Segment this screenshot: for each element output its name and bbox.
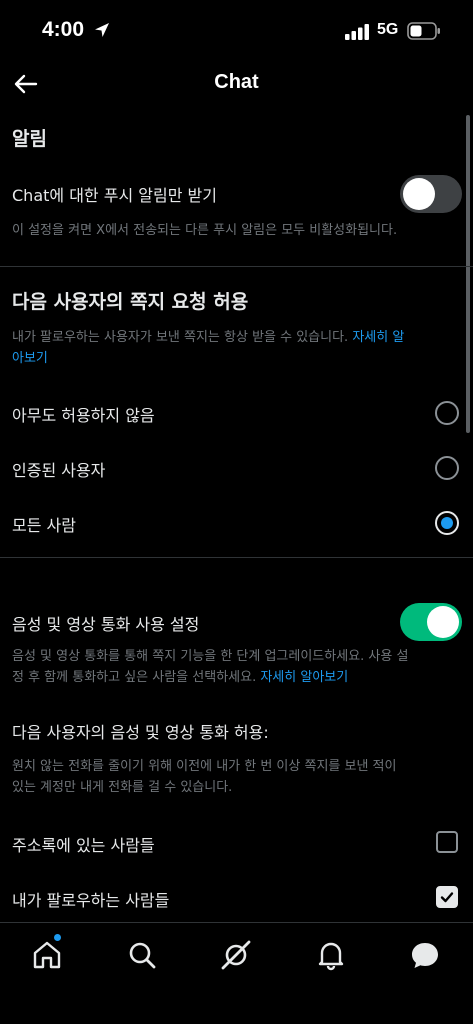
calls-description: 음성 및 영상 통화를 통해 쪽지 기능을 한 단계 업그레이드하세요. 사용 … [12, 646, 462, 688]
calls-toggle-label: 음성 및 영상 통화 사용 설정 [12, 615, 200, 634]
calls-allow-desc-line1: 원치 않는 전화를 줄이기 위해 이전에 내가 한 번 이상 쪽지를 보낸 적이 [12, 759, 397, 774]
push-only-toggle[interactable] [400, 175, 462, 213]
messages-icon[interactable] [409, 939, 441, 971]
push-only-label: Chat에 대한 푸시 알림만 받기 [12, 186, 217, 205]
page-title: Chat [214, 71, 259, 93]
network-type: 5G [377, 21, 399, 38]
dm-requests-heading: 다음 사용자의 쪽지 요청 허용 [12, 291, 249, 313]
bottom-tab-bar [0, 922, 473, 1024]
calls-toggle[interactable] [400, 603, 462, 641]
option-everyone-radio[interactable] [435, 511, 459, 535]
option-following-label: 내가 팔로우하는 사람들 [12, 891, 170, 910]
status-time: 4:00 [42, 18, 85, 41]
option-everyone-label: 모든 사람 [12, 516, 76, 535]
toggle-knob [403, 178, 435, 210]
battery-icon [407, 22, 440, 40]
scrollbar-thumb[interactable] [466, 115, 470, 433]
option-contacts-label: 주소록에 있는 사람들 [12, 836, 155, 855]
option-nobody-radio[interactable] [435, 401, 459, 425]
home-badge-dot [54, 934, 61, 941]
option-verified-label: 인증된 사용자 [12, 461, 106, 480]
calls-desc-line1: 음성 및 영상 통화를 통해 쪽지 기능을 한 단계 업그레이드하세요. 사용 … [12, 649, 409, 664]
cellular-signal-icon [345, 24, 369, 40]
option-nobody-label: 아무도 허용하지 않음 [12, 406, 155, 425]
learn-more-link-cont[interactable]: 아보기 [12, 351, 48, 366]
calls-allow-desc-line2: 있는 계정만 내게 전화를 걸 수 있습니다. [12, 780, 233, 795]
push-only-description: 이 설정을 켜면 X에서 전송되는 다른 푸시 알림은 모두 비활성화됩니다. [12, 223, 398, 238]
location-arrow-icon [95, 23, 109, 37]
status-bar: 4:00 5G [0, 0, 473, 62]
option-contacts-checkbox[interactable] [436, 831, 458, 853]
toggle-knob [427, 606, 459, 638]
section-divider [0, 557, 473, 558]
calls-desc-line2: 정 후 함께 통화하고 싶은 사람을 선택하세요. [12, 670, 261, 685]
option-verified-radio[interactable] [435, 456, 459, 480]
dm-requests-description: 내가 팔로우하는 사용자가 보낸 쪽지는 항상 받을 수 있습니다. 자세히 알… [12, 327, 462, 369]
calls-allow-heading: 다음 사용자의 음성 및 영상 통화 허용: [12, 723, 269, 742]
section-divider [0, 266, 473, 267]
search-icon[interactable] [126, 939, 158, 971]
option-following-checkbox[interactable] [436, 886, 458, 908]
calls-learn-more-link[interactable]: 자세히 알아보기 [260, 670, 348, 685]
grok-icon[interactable] [220, 939, 252, 971]
home-icon[interactable] [31, 939, 63, 971]
calls-allow-description: 원치 않는 전화를 줄이기 위해 이전에 내가 한 번 이상 쪽지를 보낸 적이… [12, 756, 462, 798]
checkmark-icon [440, 892, 454, 903]
learn-more-link[interactable]: 자세히 알 [352, 330, 404, 345]
dm-requests-desc-text: 내가 팔로우하는 사용자가 보낸 쪽지는 항상 받을 수 있습니다. [12, 330, 353, 345]
notifications-heading: 알림 [12, 128, 47, 150]
bell-icon[interactable] [315, 939, 347, 971]
nav-header: Chat [0, 62, 473, 108]
